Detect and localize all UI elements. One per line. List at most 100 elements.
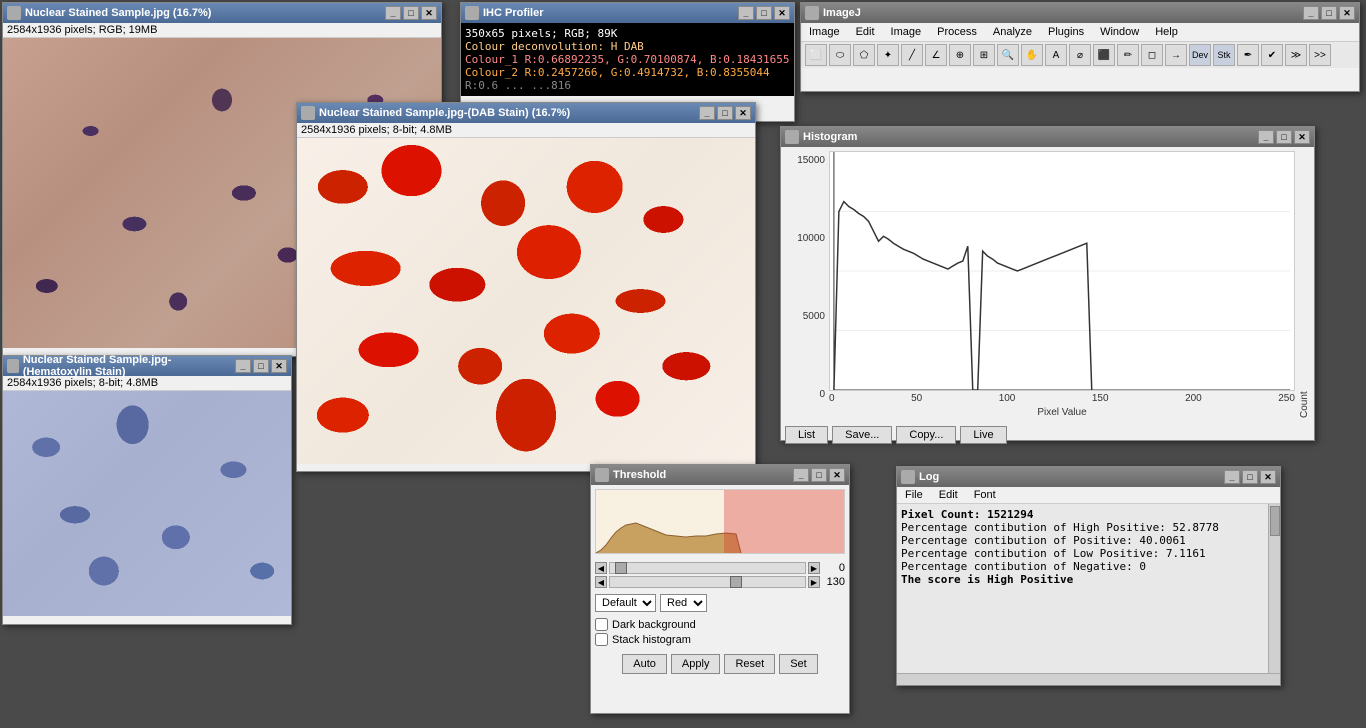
histogram-y-label: Count bbox=[1299, 151, 1310, 418]
ihc-profiler-close[interactable]: ✕ bbox=[774, 6, 790, 20]
histogram-copy-btn[interactable]: Copy... bbox=[896, 426, 956, 444]
toolbar-eraser[interactable]: ◻ bbox=[1141, 44, 1163, 66]
histogram-minimize[interactable]: _ bbox=[1258, 130, 1274, 144]
log-line-4: Percentage contibution of Low Positive: … bbox=[901, 547, 1264, 560]
log-menu-file[interactable]: File bbox=[901, 488, 927, 502]
hema-stain-close[interactable]: ✕ bbox=[271, 359, 287, 373]
imagej-close[interactable]: ✕ bbox=[1339, 6, 1355, 20]
histogram-live-btn[interactable]: Live bbox=[960, 426, 1006, 444]
dark-background-label: Dark background bbox=[612, 619, 696, 631]
histogram-controls[interactable]: _ □ ✕ bbox=[1258, 130, 1310, 144]
threshold-auto-btn[interactable]: Auto bbox=[622, 654, 667, 674]
histogram-maximize[interactable]: □ bbox=[1276, 130, 1292, 144]
slider2-thumb[interactable] bbox=[730, 576, 742, 588]
nuclear-main-close[interactable]: ✕ bbox=[421, 6, 437, 20]
log-controls[interactable]: _ □ ✕ bbox=[1224, 470, 1276, 484]
histogram-close[interactable]: ✕ bbox=[1294, 130, 1310, 144]
x-label-50: 50 bbox=[911, 393, 922, 404]
hema-stain-title: Nuclear Stained Sample.jpg-(Hematoxylin … bbox=[23, 354, 235, 378]
toolbar-roi[interactable]: ⊞ bbox=[973, 44, 995, 66]
imagej-minimize[interactable]: _ bbox=[1303, 6, 1319, 20]
toolbar-extra2[interactable]: ✔ bbox=[1261, 44, 1283, 66]
dark-background-checkbox[interactable] bbox=[595, 618, 608, 631]
log-scrollbar[interactable] bbox=[1268, 504, 1280, 673]
log-maximize[interactable]: □ bbox=[1242, 470, 1258, 484]
toolbar-line[interactable]: ╱ bbox=[901, 44, 923, 66]
log-scroll-thumb[interactable] bbox=[1270, 506, 1280, 536]
dab-stain-maximize[interactable]: □ bbox=[717, 106, 733, 120]
slider1-thumb[interactable] bbox=[615, 562, 627, 574]
toolbar-extra3[interactable]: ≫ bbox=[1285, 44, 1307, 66]
log-minimize[interactable]: _ bbox=[1224, 470, 1240, 484]
threshold-maximize[interactable]: □ bbox=[811, 468, 827, 482]
dab-stain-canvas bbox=[297, 138, 755, 464]
menu-edit[interactable]: Edit bbox=[852, 25, 879, 39]
hema-stain-image bbox=[3, 391, 291, 616]
threshold-minimize[interactable]: _ bbox=[793, 468, 809, 482]
menu-analyze[interactable]: Analyze bbox=[989, 25, 1036, 39]
hema-stain-controls[interactable]: _ □ ✕ bbox=[235, 359, 287, 373]
log-hscrollbar[interactable] bbox=[897, 673, 1280, 685]
imagej-maximize[interactable]: □ bbox=[1321, 6, 1337, 20]
threshold-color-select[interactable]: Red bbox=[660, 594, 707, 612]
stack-histogram-checkbox[interactable] bbox=[595, 633, 608, 646]
menu-plugins[interactable]: Plugins bbox=[1044, 25, 1088, 39]
toolbar-text[interactable]: A bbox=[1045, 44, 1067, 66]
log-close[interactable]: ✕ bbox=[1260, 470, 1276, 484]
nuclear-main-maximize[interactable]: □ bbox=[403, 6, 419, 20]
histogram-title: Histogram bbox=[803, 131, 857, 143]
toolbar-wand[interactable]: ✦ bbox=[877, 44, 899, 66]
ihc-profiler-controls[interactable]: _ □ ✕ bbox=[738, 6, 790, 20]
dab-stain-close[interactable]: ✕ bbox=[735, 106, 751, 120]
slider2-left-arrow[interactable]: ◀ bbox=[595, 576, 607, 588]
toolbar-poly[interactable]: ⬠ bbox=[853, 44, 875, 66]
toolbar-zoom[interactable]: 🔍 bbox=[997, 44, 1019, 66]
hema-stain-icon bbox=[7, 359, 19, 373]
ihc-profiler-content: 350x65 pixels; RGB; 89K Colour deconvolu… bbox=[461, 23, 794, 96]
toolbar-pencil[interactable]: ✏ bbox=[1117, 44, 1139, 66]
dab-stain-controls[interactable]: _ □ ✕ bbox=[699, 106, 751, 120]
menu-process[interactable]: Process bbox=[933, 25, 981, 39]
toolbar-rect[interactable]: ⬜ bbox=[805, 44, 827, 66]
threshold-method-select[interactable]: Default bbox=[595, 594, 656, 612]
slider1-right-arrow[interactable]: ▶ bbox=[808, 562, 820, 574]
threshold-apply-btn[interactable]: Apply bbox=[671, 654, 721, 674]
log-menu-edit[interactable]: Edit bbox=[935, 488, 962, 502]
nuclear-main-controls[interactable]: _ □ ✕ bbox=[385, 6, 437, 20]
hema-stain-minimize[interactable]: _ bbox=[235, 359, 251, 373]
toolbar-hand[interactable]: ✋ bbox=[1021, 44, 1043, 66]
toolbar-point[interactable]: ⊕ bbox=[949, 44, 971, 66]
slider1-left-arrow[interactable]: ◀ bbox=[595, 562, 607, 574]
threshold-reset-btn[interactable]: Reset bbox=[724, 654, 775, 674]
toolbar-extra4[interactable]: >> bbox=[1309, 44, 1331, 66]
toolbar-oval[interactable]: ⬭ bbox=[829, 44, 851, 66]
toolbar-mag[interactable]: ⌀ bbox=[1069, 44, 1091, 66]
threshold-controls[interactable]: _ □ ✕ bbox=[793, 468, 845, 482]
log-content: Pixel Count: 1521294 Percentage contibut… bbox=[897, 504, 1268, 673]
ihc-profiler-titlebar: IHC Profiler _ □ ✕ bbox=[461, 3, 794, 23]
slider2-right-arrow[interactable]: ▶ bbox=[808, 576, 820, 588]
menu-image[interactable]: Image bbox=[805, 25, 844, 39]
toolbar-angle[interactable]: ∠ bbox=[925, 44, 947, 66]
log-menu-font[interactable]: Font bbox=[970, 488, 1000, 502]
slider2-track[interactable] bbox=[609, 576, 806, 588]
threshold-close[interactable]: ✕ bbox=[829, 468, 845, 482]
dab-stain-minimize[interactable]: _ bbox=[699, 106, 715, 120]
imagej-controls[interactable]: _ □ ✕ bbox=[1303, 6, 1355, 20]
threshold-set-btn[interactable]: Set bbox=[779, 654, 818, 674]
menu-help[interactable]: Help bbox=[1151, 25, 1182, 39]
slider1-track[interactable] bbox=[609, 562, 806, 574]
histogram-list-btn[interactable]: List bbox=[785, 426, 828, 444]
menu-image2[interactable]: Image bbox=[887, 25, 926, 39]
histogram-save-btn[interactable]: Save... bbox=[832, 426, 892, 444]
ihc-profiler-minimize[interactable]: _ bbox=[738, 6, 754, 20]
toolbar-stk[interactable]: Stk bbox=[1213, 44, 1235, 66]
nuclear-main-minimize[interactable]: _ bbox=[385, 6, 401, 20]
menu-window[interactable]: Window bbox=[1096, 25, 1143, 39]
toolbar-arrow[interactable]: → bbox=[1165, 44, 1187, 66]
toolbar-dev[interactable]: Dev bbox=[1189, 44, 1211, 66]
ihc-profiler-maximize[interactable]: □ bbox=[756, 6, 772, 20]
toolbar-brush[interactable]: ⬛ bbox=[1093, 44, 1115, 66]
toolbar-extra1[interactable]: ✒ bbox=[1237, 44, 1259, 66]
hema-stain-maximize[interactable]: □ bbox=[253, 359, 269, 373]
